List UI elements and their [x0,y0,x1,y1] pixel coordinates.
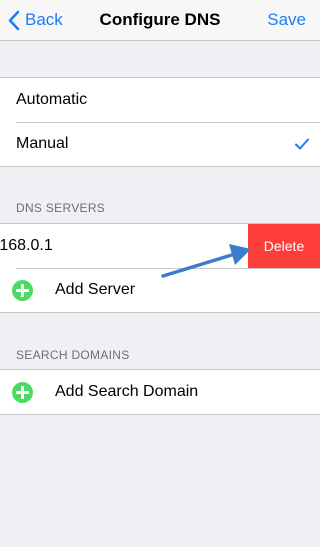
save-button[interactable]: Save [267,9,306,31]
configure-dns-screen: Back Configure DNS Save Automatic Manual… [0,0,320,547]
mode-option-automatic[interactable]: Automatic [0,78,320,122]
add-search-domain-row[interactable]: Add Search Domain [0,370,320,414]
add-icon[interactable] [12,382,33,403]
dns-mode-group: Automatic Manual [0,77,320,167]
search-domains-header: SEARCH DOMAINS [16,348,130,362]
mode-option-manual[interactable]: Manual [0,122,320,166]
add-search-domain-label: Add Search Domain [55,383,199,400]
mode-option-label: Manual [16,135,69,152]
dns-server-address: 2.168.0.1 [0,237,53,254]
checkmark-icon [295,138,309,150]
search-domains-group: Add Search Domain [0,369,320,415]
add-icon[interactable] [12,280,33,301]
mode-option-label: Automatic [16,91,88,108]
delete-button[interactable]: Delete [248,224,320,268]
annotation-arrow-icon [161,244,251,278]
add-server-label: Add Server [55,281,136,298]
navigation-bar: Back Configure DNS Save [0,0,320,41]
dns-servers-header: DNS SERVERS [16,201,106,215]
